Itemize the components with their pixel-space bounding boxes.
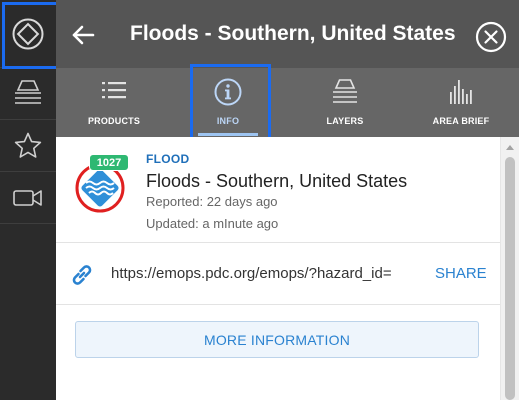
tab-label: PRODUCTS bbox=[87, 116, 141, 126]
close-circle-icon bbox=[475, 21, 507, 53]
star-icon bbox=[14, 132, 42, 158]
hazard-name: Floods - Southern, United States bbox=[146, 171, 408, 191]
tab-label: AREA BRIEF bbox=[432, 116, 490, 126]
hazard-type-label: FLOOD bbox=[146, 152, 190, 166]
list-icon bbox=[102, 82, 126, 99]
page-title: Floods - Southern, United States bbox=[130, 22, 456, 45]
tab-area-brief[interactable]: AREA BRIEF bbox=[416, 68, 506, 137]
tab-bar: PRODUCTS INFO LAYERS AREA BRIEF bbox=[56, 68, 519, 137]
tab-label: LAYERS bbox=[326, 116, 364, 126]
info-circle-icon bbox=[214, 78, 242, 106]
active-tab-indicator bbox=[198, 133, 258, 136]
video-camera-icon bbox=[13, 189, 42, 206]
rail-item-favorites[interactable] bbox=[0, 120, 56, 172]
scrollbar-thumb[interactable] bbox=[505, 157, 515, 400]
info-panel: 1027 FLOOD Floods - Southern, United Sta… bbox=[56, 137, 500, 400]
hazard-count-badge: 1027 bbox=[89, 154, 129, 171]
hazard-url[interactable]: https://emops.pdc.org/emops/?hazard_id= bbox=[111, 265, 431, 282]
more-information-button[interactable]: MORE INFORMATION bbox=[75, 321, 479, 358]
reported-time: Reported: 22 days ago bbox=[146, 194, 278, 209]
hazard-link-row: https://emops.pdc.org/emops/?hazard_id= … bbox=[56, 243, 500, 305]
share-button[interactable]: SHARE bbox=[435, 265, 487, 282]
rail-item-hazards[interactable] bbox=[0, 0, 56, 68]
tab-layers[interactable]: LAYERS bbox=[300, 68, 390, 137]
updated-time: Updated: a mInute ago bbox=[146, 216, 279, 231]
arrow-left-icon bbox=[72, 25, 95, 45]
hazard-diamond-icon bbox=[12, 18, 44, 49]
layers-stack-icon bbox=[15, 79, 41, 104]
close-button[interactable] bbox=[475, 21, 507, 53]
layers-icon bbox=[333, 79, 357, 103]
panel-header: Floods - Southern, United States bbox=[56, 0, 519, 68]
tab-info[interactable]: INFO bbox=[183, 68, 273, 137]
left-rail bbox=[0, 0, 56, 400]
scroll-up-arrow-icon[interactable] bbox=[506, 145, 514, 150]
rail-item-video[interactable] bbox=[0, 172, 56, 224]
tab-products[interactable]: PRODUCTS bbox=[69, 68, 159, 137]
hazard-summary-card[interactable]: 1027 FLOOD Floods - Southern, United Sta… bbox=[56, 137, 500, 243]
link-icon bbox=[72, 265, 92, 285]
back-button[interactable] bbox=[68, 20, 98, 50]
tab-label: INFO bbox=[216, 116, 240, 126]
bar-chart-icon bbox=[450, 80, 472, 104]
rail-item-layers[interactable] bbox=[0, 68, 56, 120]
scrollbar[interactable] bbox=[500, 137, 519, 400]
